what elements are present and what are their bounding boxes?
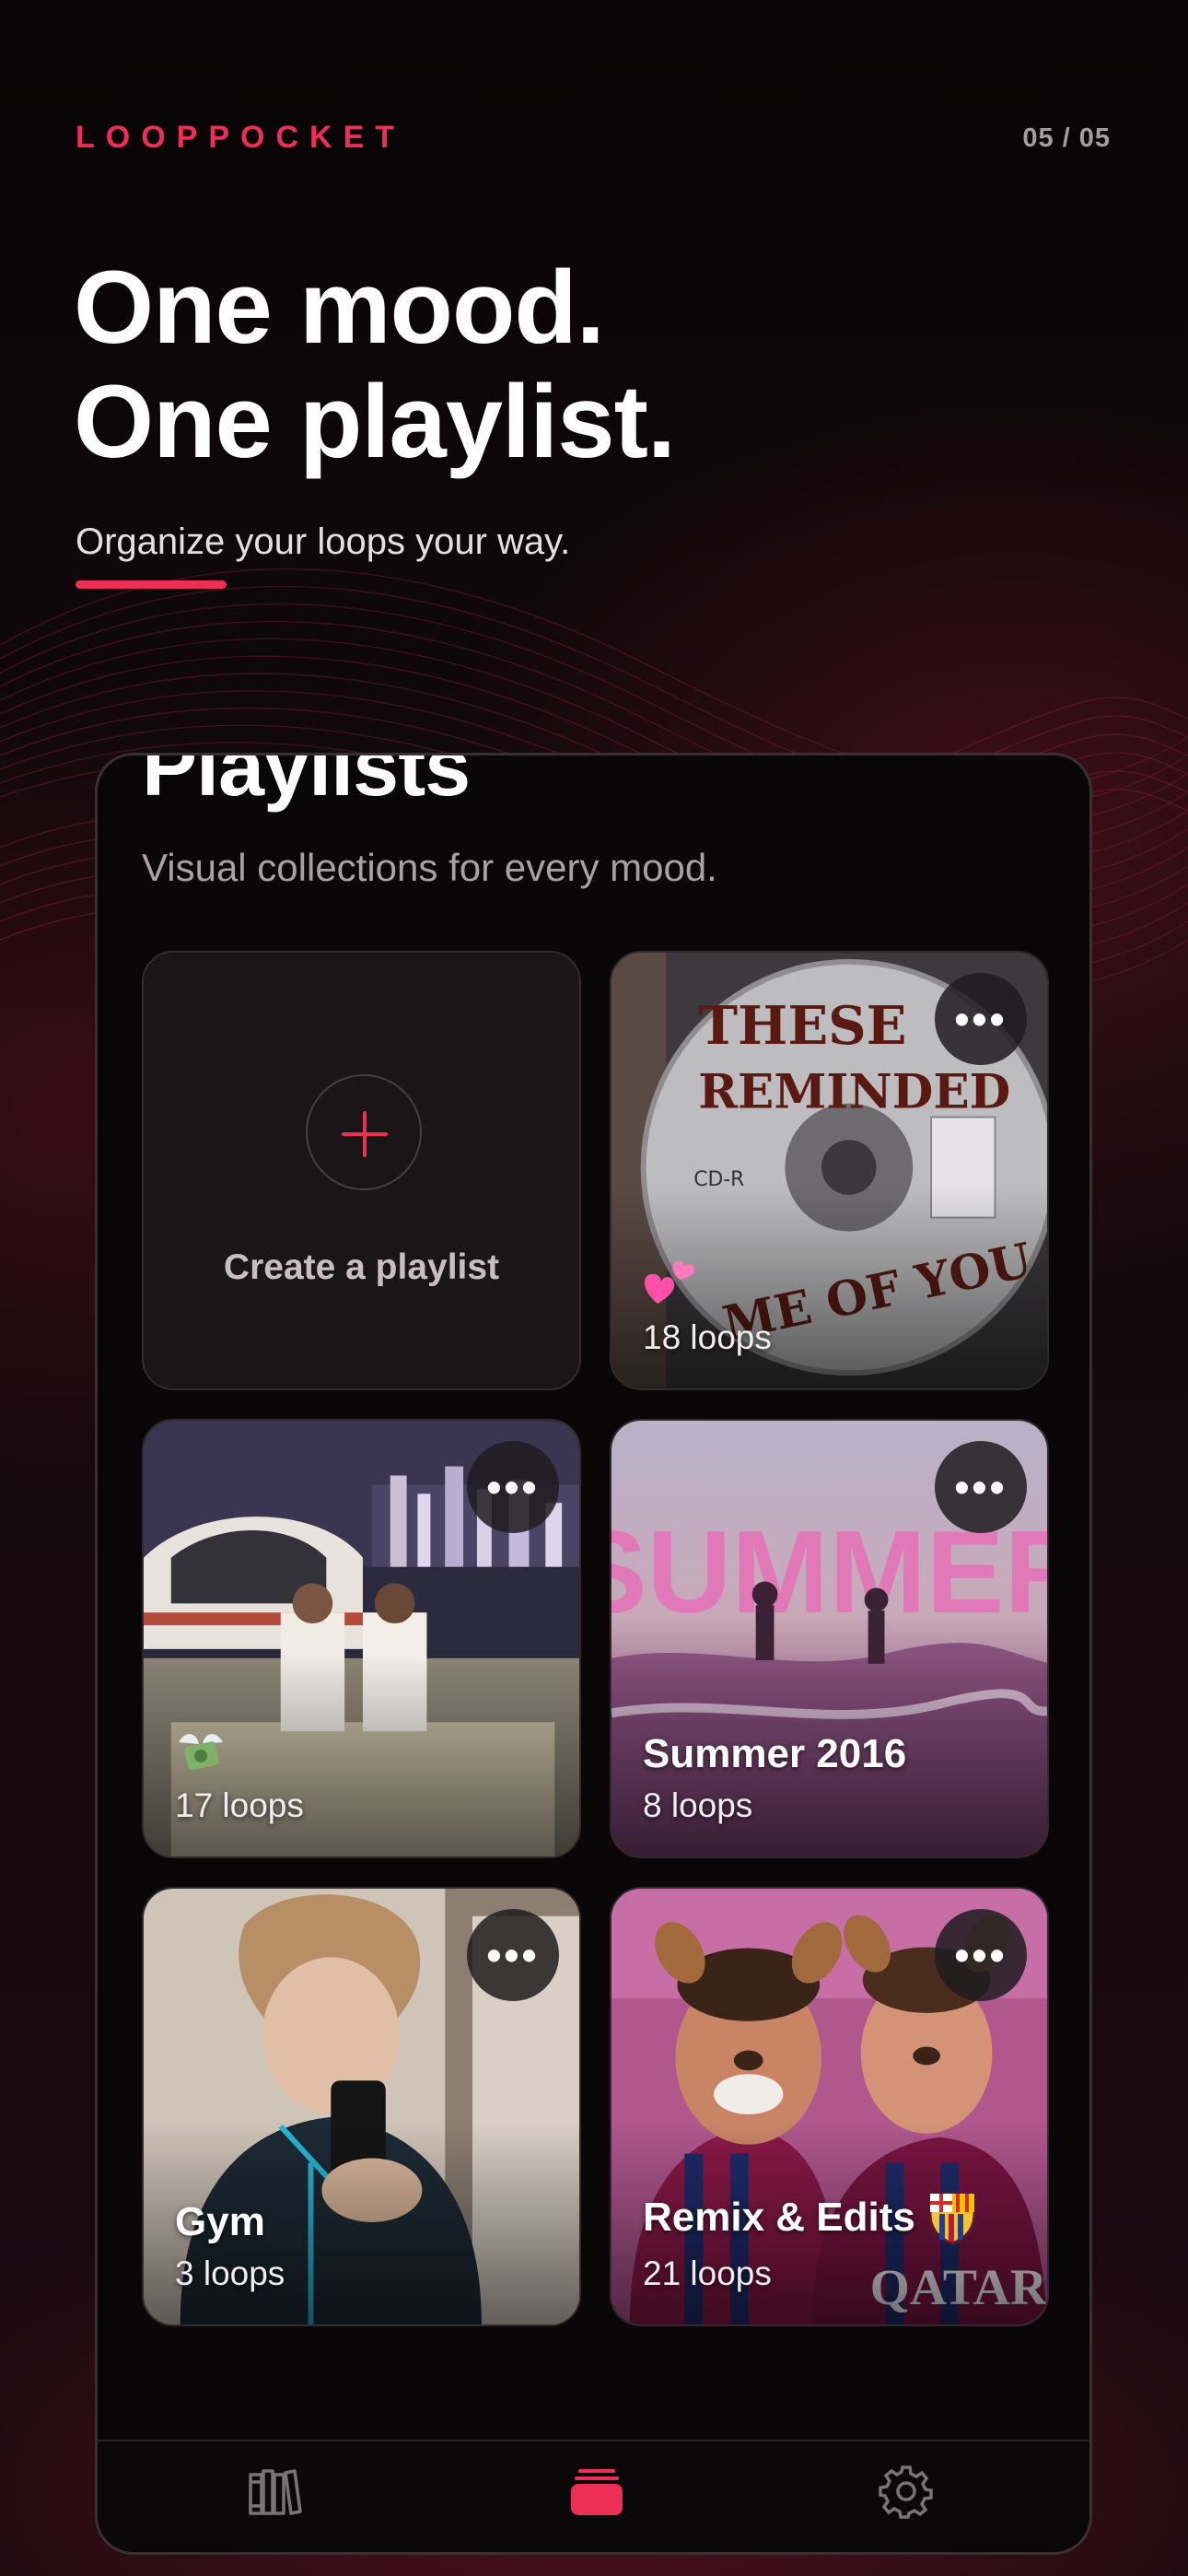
tab-bar xyxy=(98,2440,1089,2552)
playlist-count: 17 loops xyxy=(175,1786,304,1824)
more-options-button[interactable]: ••• xyxy=(935,1909,1027,2001)
playlist-count: 8 loops xyxy=(643,1786,753,1824)
headline-line-1: One mood. xyxy=(74,250,605,365)
playlist-tile[interactable]: Gym 3 loops ••• xyxy=(142,1887,581,2326)
headline: One mood. One playlist. xyxy=(74,250,676,479)
playlist-name: Summer 2016 xyxy=(643,1731,907,1776)
onboarding-page: LOOPPOCKET 05 / 05 One mood. One playlis… xyxy=(0,0,1188,2576)
playlist-count: 3 loops xyxy=(175,2254,285,2292)
svg-text:REMINDED: REMINDED xyxy=(698,1065,1010,1120)
playlist-tile[interactable]: SUMMER Summer 2016 8 loops ••• xyxy=(610,1419,1049,1858)
accent-underline xyxy=(76,580,227,589)
playlist-count: 18 loops xyxy=(643,1318,772,1356)
playlist-tile[interactable]: THESE REMINDED ME OF YOU CD-R 18 loops •… xyxy=(610,951,1049,1390)
playlist-count: 21 loops xyxy=(643,2254,772,2292)
playlist-tile[interactable]: 17 loops ••• xyxy=(142,1419,581,1858)
subheadline: Organize your loops your way. xyxy=(76,521,571,562)
page-indicator: 05 / 05 xyxy=(1022,123,1111,153)
more-options-button[interactable]: ••• xyxy=(467,1441,559,1533)
more-options-button[interactable]: ••• xyxy=(467,1909,559,2001)
playlist-name-text: Remix & Edits xyxy=(643,2195,915,2240)
more-options-button[interactable]: ••• xyxy=(935,1441,1027,1533)
create-playlist-tile[interactable]: Create a playlist xyxy=(142,951,581,1390)
svg-text:THESE: THESE xyxy=(698,994,906,1057)
hearts-icon xyxy=(645,1260,694,1304)
more-options-button[interactable]: ••• xyxy=(935,973,1027,1065)
create-playlist-label: Create a playlist xyxy=(223,1247,500,1287)
plus-icon xyxy=(306,1074,422,1190)
playlist-name: Remix & Edits xyxy=(643,2190,978,2245)
gear-icon[interactable] xyxy=(879,2464,934,2519)
library-icon[interactable] xyxy=(247,2464,302,2519)
brand-name: LOOPPOCKET xyxy=(76,120,406,155)
playlist-name: Gym xyxy=(175,2199,265,2244)
fc-barcelona-crest-icon xyxy=(928,2192,976,2245)
money-with-wings-icon xyxy=(179,1734,223,1771)
playlist-tile[interactable]: QATAR Remix & Edits xyxy=(610,1887,1049,2326)
phone-screen-preview: Playlists Visual collections for every m… xyxy=(95,753,1092,2555)
headline-line-2: One playlist. xyxy=(74,364,676,479)
screen-title: Playlists xyxy=(142,753,471,814)
screen-subtitle: Visual collections for every mood. xyxy=(142,846,717,889)
playlists-icon[interactable] xyxy=(569,2464,624,2519)
